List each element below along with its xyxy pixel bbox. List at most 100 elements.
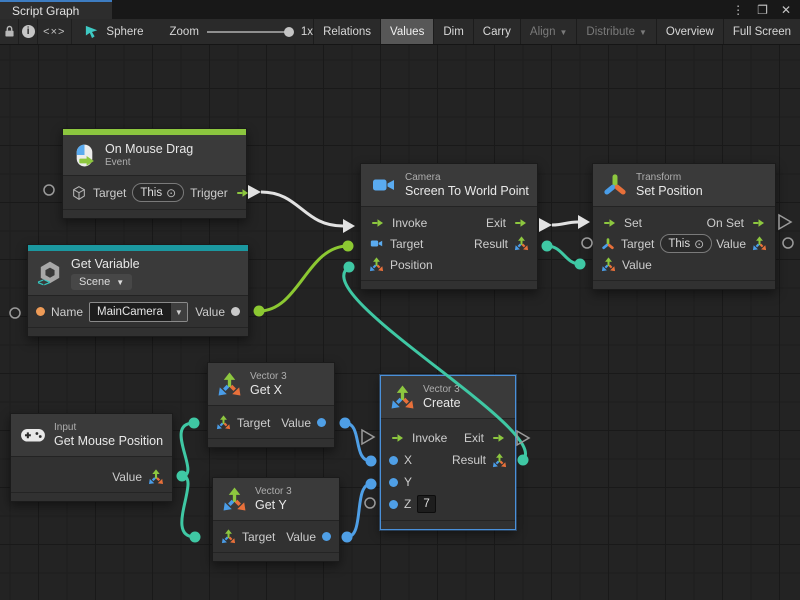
wire-trigger-to-invoke (248, 185, 355, 233)
node-set-position[interactable]: Transform Set Position Set On Set Target (592, 163, 776, 290)
variable-name-dropdown-button[interactable]: ▼ (170, 303, 187, 321)
set-position-target-port[interactable] (582, 238, 592, 248)
node-title: Create (423, 396, 461, 411)
target-port-label: Target (237, 416, 270, 430)
zoom-slider[interactable] (207, 31, 293, 33)
on-set-port-label: On Set (707, 216, 744, 230)
transform-icon (602, 172, 628, 198)
node-kicker: Vector 3 (255, 486, 292, 498)
value-port-label: Value (281, 416, 311, 430)
wire-get-y-to-y (342, 479, 377, 543)
node-kicker: Transform (636, 172, 703, 184)
node-header[interactable]: Get Variable Scene ▼ (28, 251, 248, 296)
node-header[interactable]: Camera Screen To World Point (361, 164, 537, 207)
y-input-port[interactable] (389, 478, 398, 487)
y-port-label: Y (404, 475, 412, 489)
object-picker-icon: ⊙ (694, 238, 704, 250)
carry-button[interactable]: Carry (473, 19, 520, 44)
graph-breadcrumb[interactable]: Sphere (85, 19, 143, 44)
value-input-label: Value (622, 258, 652, 272)
lock-icon (2, 24, 17, 39)
on-mouse-drag-unconnected-port[interactable] (44, 185, 54, 195)
lock-button[interactable] (0, 19, 18, 44)
value-port-label: Value (195, 305, 225, 319)
target-this-selector[interactable]: This ⊙ (132, 183, 184, 202)
set-position-value-output-port[interactable] (783, 238, 793, 248)
node-title: Get Y (255, 498, 292, 513)
value-output-port[interactable] (322, 532, 331, 541)
z-value-field[interactable]: 7 (417, 495, 435, 513)
node-get-variable[interactable]: Get Variable Scene ▼ Name MainCamera ▼ V… (27, 244, 249, 337)
name-input-port[interactable] (36, 307, 45, 316)
chevron-down-icon: ▼ (175, 309, 183, 317)
value-output-port[interactable] (231, 307, 240, 316)
node-header[interactable]: Input Get Mouse Position (11, 414, 172, 457)
node-screen-to-world-point[interactable]: Camera Screen To World Point Invoke Exit… (360, 163, 538, 290)
variable-name-field[interactable]: MainCamera ▼ (89, 302, 188, 322)
create-invoke-port[interactable] (362, 430, 374, 444)
set-position-on-set-port[interactable] (779, 215, 791, 229)
node-get-x[interactable]: Vector 3 Get X Target Value (207, 362, 335, 448)
node-header[interactable]: Transform Set Position (593, 164, 775, 207)
exec-arrow-icon (234, 187, 251, 199)
tab-script-graph[interactable]: Script Graph (0, 0, 112, 19)
x-input-port[interactable] (389, 456, 398, 465)
get-variable-unconnected-port[interactable] (10, 308, 20, 318)
node-footer (213, 552, 339, 561)
node-header[interactable]: Vector 3 Create (381, 376, 515, 419)
node-header[interactable]: Vector 3 Get X (208, 363, 334, 406)
value-output-port[interactable] (317, 418, 326, 427)
set-port-label: Set (624, 216, 642, 230)
graph-canvas[interactable]: On Mouse Drag Event Target This ⊙ Trigge… (0, 0, 800, 600)
wire-get-x-to-x (340, 418, 377, 467)
vector3-icon (369, 257, 384, 272)
create-exit-port[interactable] (517, 431, 529, 445)
overview-button[interactable]: Overview (656, 19, 723, 44)
wire-result-to-value (542, 241, 586, 270)
name-port-label: Name (51, 305, 83, 319)
chevron-down-icon: ▼ (559, 29, 567, 37)
node-footer (11, 492, 172, 501)
distribute-button[interactable]: Distribute▼ (576, 19, 656, 44)
node-on-mouse-drag[interactable]: On Mouse Drag Event Target This ⊙ Trigge… (62, 128, 247, 219)
full-screen-button[interactable]: Full Screen (723, 19, 800, 44)
exec-arrow-icon (369, 217, 386, 229)
node-footer (361, 280, 537, 289)
z-input-port[interactable] (389, 500, 398, 509)
relations-button[interactable]: Relations (313, 19, 380, 44)
window-maximize-icon[interactable]: ❐ (757, 3, 768, 17)
target-this-selector[interactable]: This ⊙ (660, 234, 712, 253)
result-port-label: Result (452, 453, 486, 467)
node-header[interactable]: Vector 3 Get Y (213, 478, 339, 521)
window-close-icon[interactable]: ✕ (781, 3, 791, 17)
invoke-port-label: Invoke (392, 216, 427, 230)
values-button[interactable]: Values (380, 19, 433, 44)
exit-port-label: Exit (486, 216, 506, 230)
invoke-port-label: Invoke (412, 431, 447, 445)
node-title: Get Variable (71, 257, 140, 272)
variable-scope-dropdown[interactable]: Scene ▼ (71, 274, 132, 290)
node-header[interactable]: On Mouse Drag Event (63, 135, 246, 176)
tab-bar: Script Graph ⋮ ❐ ✕ (0, 0, 800, 19)
vector3-icon (601, 257, 616, 272)
create-z-input-port[interactable] (365, 498, 375, 508)
align-button[interactable]: Align▼ (520, 19, 577, 44)
vector3-icon (752, 236, 767, 251)
node-footer (28, 327, 248, 336)
node-get-mouse-position[interactable]: Input Get Mouse Position Value (10, 413, 173, 502)
code-preview-button[interactable]: <×> (38, 19, 71, 44)
vector3-icon (492, 453, 507, 468)
window-chrome: Script Graph ⋮ ❐ ✕ i <×> Sphere Zoom 1x (0, 0, 800, 45)
node-title: Set Position (636, 184, 703, 199)
window-menu-icon[interactable]: ⋮ (732, 3, 744, 17)
vector3-icon (221, 529, 236, 544)
gamepad-icon (20, 422, 46, 448)
node-get-y[interactable]: Vector 3 Get Y Target Value (212, 477, 340, 562)
chevron-down-icon: ▼ (639, 29, 647, 37)
node-vector3-create[interactable]: Vector 3 Create Invoke Exit X (380, 375, 516, 530)
variable-unity-icon (37, 260, 63, 286)
zoom-slider-handle[interactable] (284, 27, 294, 37)
dim-button[interactable]: Dim (433, 19, 472, 44)
info-button[interactable]: i (19, 19, 37, 44)
z-port-label: Z (404, 497, 411, 511)
